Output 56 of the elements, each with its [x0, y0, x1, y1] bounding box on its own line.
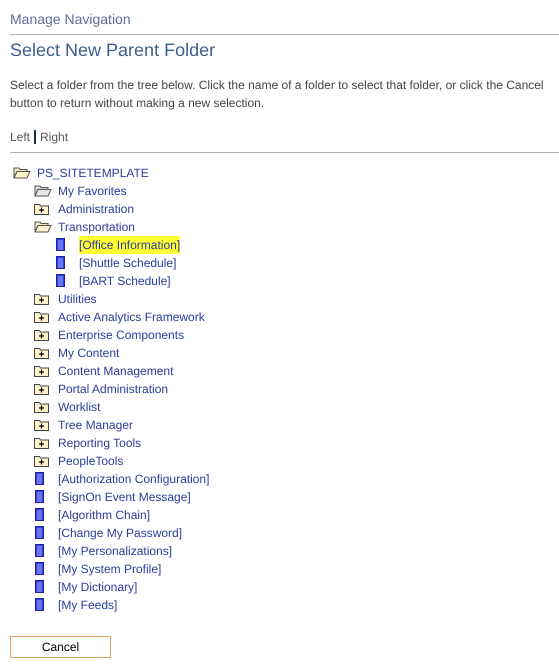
page-link[interactable]: [My System Profile] [58, 560, 162, 578]
document-icon [34, 562, 45, 576]
instructions: Select a folder from the tree below. Click the name of a folder to select that folder, or click the Cancel button to return without making a new selection. [10, 77, 545, 112]
page-link[interactable]: [Office Information] [79, 236, 180, 254]
expand-folder-icon[interactable] [34, 347, 49, 359]
document-icon [55, 238, 66, 252]
document-icon [34, 490, 45, 504]
document-icon [34, 544, 45, 558]
view-link[interactable]: Right [40, 128, 68, 146]
folder-icon [34, 185, 52, 197]
folder-link[interactable]: Administration [58, 200, 134, 218]
folder-link[interactable]: PeopleTools [58, 452, 124, 470]
cancel-button[interactable]: Cancel [10, 636, 111, 658]
expand-folder-icon[interactable] [34, 365, 49, 377]
page-link[interactable]: [My Personalizations] [58, 542, 172, 560]
page-link[interactable]: [Algorithm Chain] [58, 506, 150, 524]
expand-folder-icon[interactable] [34, 311, 49, 323]
folder-link[interactable]: Content Management [58, 362, 174, 380]
folder-link[interactable]: Tree Manager [58, 416, 133, 434]
page-link[interactable]: [Authorization Configuration] [58, 470, 210, 488]
page-link[interactable]: [My Feeds] [58, 596, 118, 614]
expand-folder-icon[interactable] [34, 203, 49, 215]
folder-link[interactable]: Transportation [58, 218, 135, 236]
expand-folder-icon[interactable] [34, 419, 49, 431]
folder-link[interactable]: My Content [58, 344, 120, 362]
document-icon [34, 508, 45, 522]
folder-link[interactable]: Utilities [58, 290, 97, 308]
expand-folder-icon[interactable] [34, 293, 49, 305]
folder-link[interactable]: Portal Administration [58, 380, 168, 398]
expand-folder-icon[interactable] [34, 329, 49, 341]
document-icon [55, 256, 66, 270]
folder-link[interactable]: Active Analytics Framework [58, 308, 205, 326]
open-folder-icon [13, 167, 31, 179]
document-icon [34, 526, 45, 540]
folder-link[interactable]: Reporting Tools [58, 434, 142, 452]
page-link[interactable]: [Shuttle Schedule] [79, 254, 176, 272]
page-title: Select New Parent Folder [10, 40, 216, 60]
folder-link[interactable]: Worklist [58, 398, 100, 416]
page-link[interactable]: [Change My Password] [58, 524, 182, 542]
breadcrumb: Manage Navigation [10, 11, 131, 27]
folder-link[interactable]: PS_SITETEMPLATE [37, 164, 149, 182]
page-link[interactable]: [SignOn Event Message] [58, 488, 191, 506]
expand-folder-icon[interactable] [34, 455, 49, 467]
expand-folder-icon[interactable] [34, 383, 49, 395]
page-link[interactable]: [BART Schedule] [79, 272, 171, 290]
document-icon [34, 598, 45, 612]
document-icon [34, 580, 45, 594]
expand-folder-icon[interactable] [34, 401, 49, 413]
folder-link[interactable]: Enterprise Components [58, 326, 184, 344]
folder-link[interactable]: My Favorites [58, 182, 127, 200]
document-icon [34, 472, 45, 486]
expand-folder-icon[interactable] [34, 437, 49, 449]
view-link[interactable]: Left [10, 128, 30, 146]
page-link[interactable]: [My Dictionary] [58, 578, 138, 596]
document-icon [55, 274, 66, 288]
open-folder-icon [34, 221, 52, 233]
